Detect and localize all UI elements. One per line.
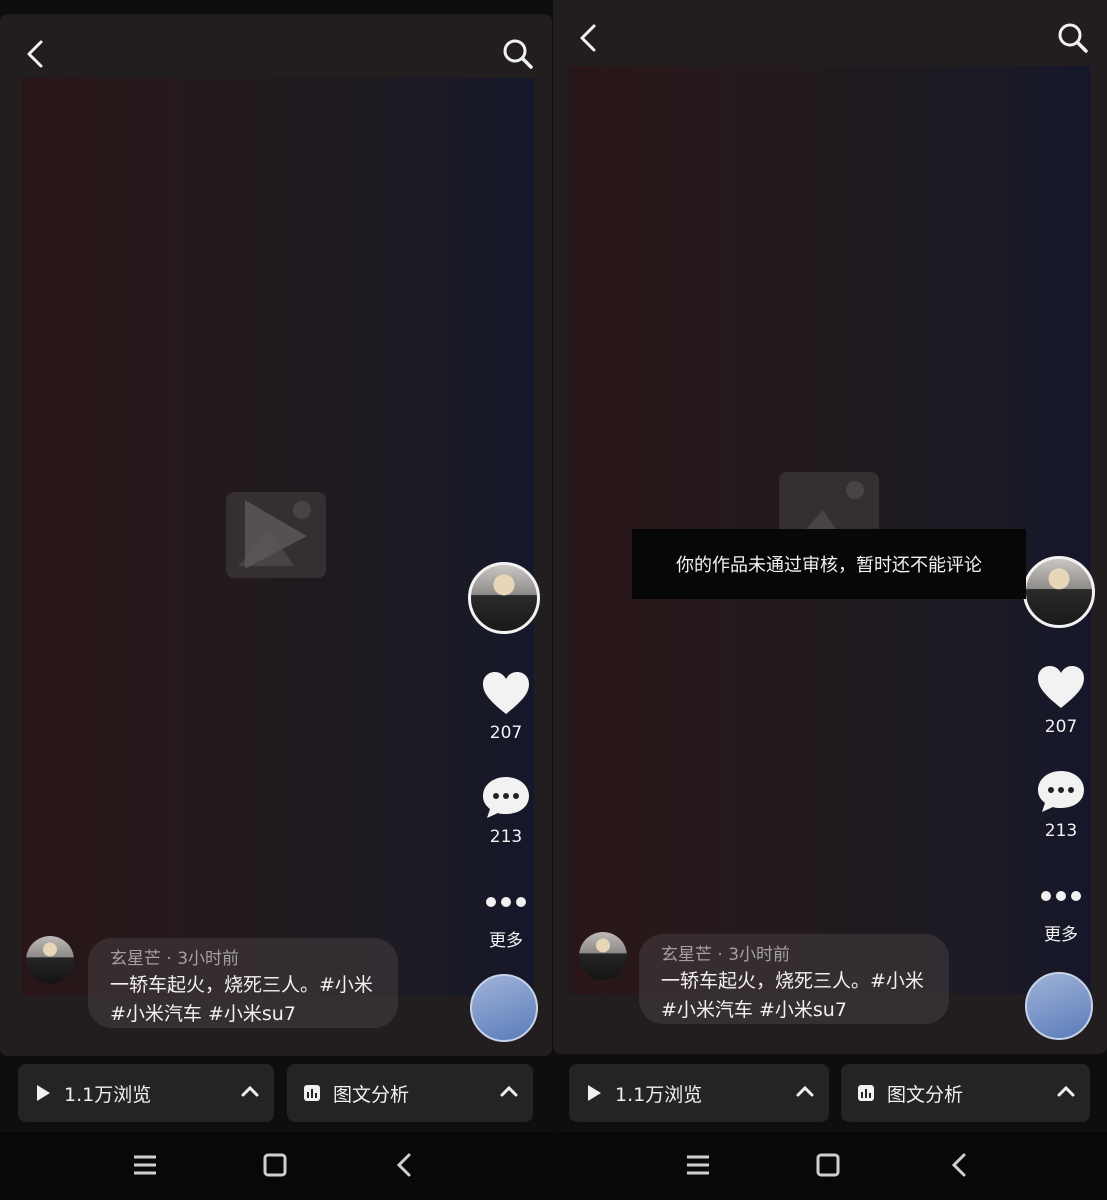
review-toast: 你的作品未通过审核，暂时还不能评论 [632,529,1026,599]
analysis-label: 图文分析 [333,1083,410,1106]
views-button[interactable]: 1.1万浏览 [569,1064,829,1122]
search-icon[interactable] [500,36,536,72]
like-count: 207 [489,723,523,743]
comment-button[interactable]: 213 [1033,768,1089,841]
play-icon [588,1085,601,1101]
comment-button[interactable]: 213 [478,774,534,847]
views-label: 1.1万浏览 [64,1083,152,1106]
caption-box: 玄星芒 · 3小时前 一轿车起火，烧死三人。#小米 #小米汽车 #小米su7 [639,934,949,1024]
chevron-up-icon [1057,1085,1075,1097]
more-button[interactable]: 更多 [1033,888,1089,945]
home-icon[interactable] [262,1152,288,1178]
analysis-button[interactable]: 图文分析 [841,1064,1090,1122]
post-time: 3小时前 [177,949,240,969]
comment-icon [1038,771,1084,812]
caption-box: 玄星芒 · 3小时前 一轿车起火，烧死三人。#小米 #小米汽车 #小米su7 [88,938,398,1028]
home-icon[interactable] [815,1152,841,1178]
menu-icon[interactable] [132,1152,158,1178]
more-label: 更多 [489,931,523,951]
more-button[interactable]: 更多 [478,894,534,951]
author-avatar[interactable] [579,932,627,980]
post-description: 一轿车起火，烧死三人。#小米 #小米汽车 #小米su7 [661,970,924,1021]
chevron-up-icon [241,1085,259,1097]
creator-avatar[interactable] [468,562,540,634]
nav-back-icon[interactable] [947,1152,973,1178]
author-name[interactable]: 玄星芒 [110,949,161,969]
more-icon [486,897,526,907]
video-card: 207 213 更多 玄星芒 · 3小时前 一轿车起火，烧死三人。#小米 #小米… [0,14,552,1056]
system-nav-bar [553,1132,1107,1200]
analysis-label: 图文分析 [887,1083,964,1106]
comment-icon [483,777,529,818]
nav-back-icon[interactable] [392,1152,418,1178]
comment-count: 213 [489,827,523,847]
like-button[interactable]: 207 [478,670,534,743]
left-screen: 207 213 更多 玄星芒 · 3小时前 一轿车起火，烧死三人。#小米 #小米… [0,0,552,1200]
menu-icon[interactable] [685,1152,711,1178]
author-name[interactable]: 玄星芒 [661,945,712,965]
creator-avatar[interactable] [1023,556,1095,628]
back-icon[interactable] [571,20,607,56]
system-nav-bar [0,1132,552,1200]
author-avatar[interactable] [26,936,74,984]
search-icon[interactable] [1055,20,1091,56]
more-label: 更多 [1044,925,1078,945]
like-count: 207 [1044,717,1078,737]
views-button[interactable]: 1.1万浏览 [18,1064,274,1122]
back-icon[interactable] [18,36,54,72]
video-card: 207 213 更多 玄星芒 · 3小时前 一轿车起火，烧死三人。#小米 #小米… [553,0,1107,1054]
music-disc[interactable] [1025,972,1093,1040]
right-screen: 207 213 更多 玄星芒 · 3小时前 一轿车起火，烧死三人。#小米 #小米… [553,0,1107,1200]
play-icon[interactable] [226,492,326,578]
comment-count: 213 [1044,821,1078,841]
chart-icon [858,1085,874,1101]
play-icon [37,1085,50,1101]
post-time: 3小时前 [728,945,791,965]
analysis-button[interactable]: 图文分析 [287,1064,533,1122]
heart-icon [1038,666,1084,708]
chart-icon [304,1085,320,1101]
more-icon [1041,891,1081,901]
heart-icon [483,672,529,714]
chevron-up-icon [796,1085,814,1097]
chevron-up-icon [500,1085,518,1097]
post-description: 一轿车起火，烧死三人。#小米 #小米汽车 #小米su7 [110,974,373,1025]
like-button[interactable]: 207 [1033,664,1089,737]
music-disc[interactable] [470,974,538,1042]
views-label: 1.1万浏览 [615,1083,703,1106]
